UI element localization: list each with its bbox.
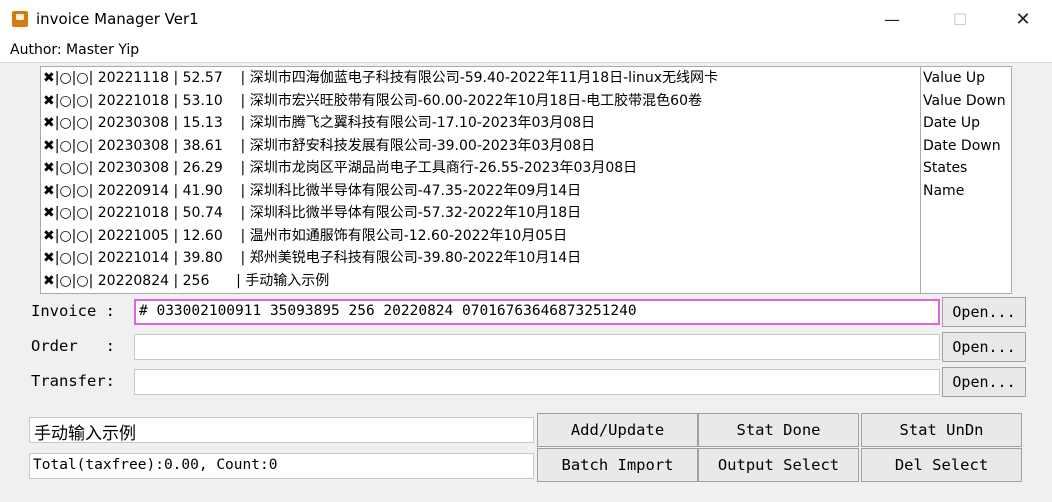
delete-mark-icon: ✖ — [43, 227, 55, 244]
status-field: Total(taxfree):0.00, Count:0 — [29, 453, 534, 479]
list-item[interactable]: ✖|○|○| 20230308 | 38.61 | 深圳市舒安科技发展有限公司-… — [41, 135, 921, 158]
sort-value-up[interactable]: Value Up — [921, 67, 1011, 90]
delete-mark-icon: ✖ — [43, 70, 55, 86]
list-item-text: |○|○| 20220824 | 256 | 手动输入示例 — [54, 272, 330, 289]
delete-mark-icon: ✖ — [43, 92, 55, 109]
delete-mark-icon: ✖ — [43, 115, 55, 131]
delete-mark-icon: ✖ — [43, 182, 55, 199]
list-item-text: |○|○| 20221018 | 53.10 | 深圳市宏兴旺胶带有限公司-60… — [54, 92, 702, 109]
close-icon[interactable]: ✕ — [1000, 0, 1046, 40]
delete-mark-icon: ✖ — [43, 272, 55, 289]
list-item-text: |○|○| 20221005 | 12.60 | 温州市如通服饰有限公司-12.… — [54, 227, 568, 244]
memo-input[interactable]: 手动输入示例 — [29, 417, 534, 444]
list-item[interactable]: ✖|○|○| 20220824 | 256 | 手动输入示例 — [41, 270, 921, 293]
open-transfer-button[interactable]: Open... — [942, 367, 1026, 397]
minimize-icon[interactable]: — — [869, 0, 915, 40]
add-update-button[interactable]: Add/Update — [537, 413, 698, 447]
output-select-button[interactable]: Output Select — [698, 448, 859, 482]
stat-undone-button[interactable]: Stat UnDn — [861, 413, 1022, 447]
invoice-label: Invoice : — [31, 302, 115, 320]
list-item[interactable]: ✖|○|○| 20221005 | 12.60 | 温州市如通服饰有限公司-12… — [41, 225, 921, 248]
author-bar: Author: Master Yip — [0, 40, 1052, 63]
sort-date-down[interactable]: Date Down — [921, 135, 1011, 158]
list-item-text: |○|○| 20221018 | 50.74 | 深圳科比微半导体有限公司-57… — [54, 205, 582, 221]
invoice-input[interactable]: # 033002100911 35093895 256 20220824 070… — [134, 299, 940, 325]
open-invoice-button[interactable]: Open... — [942, 297, 1026, 327]
sort-states[interactable]: States — [921, 157, 1011, 180]
maximize-icon[interactable]: ☐ — [937, 0, 983, 40]
window-title: invoice Manager Ver1 — [36, 10, 199, 28]
transfer-label: Transfer: — [31, 372, 115, 390]
list-item[interactable]: ✖|○|○| 20230308 | 26.29 | 深圳市龙岗区平湖品尚电子工具… — [41, 157, 921, 180]
open-order-button[interactable]: Open... — [942, 332, 1026, 362]
list-item[interactable]: ✖|○|○| 20221018 | 50.74 | 深圳科比微半导体有限公司-5… — [41, 202, 921, 225]
list-item[interactable]: ✖|○|○| 20221118 | 52.57 | 深圳市四海伽蓝电子科技有限公… — [41, 67, 921, 90]
delete-select-button[interactable]: Del Select — [861, 448, 1022, 482]
stat-done-button[interactable]: Stat Done — [698, 413, 859, 447]
delete-mark-icon: ✖ — [43, 250, 55, 266]
list-item-text: |○|○| 20230308 | 38.61 | 深圳市舒安科技发展有限公司-3… — [54, 137, 596, 154]
sort-list[interactable]: Value Up Value Down Date Up Date Down St… — [920, 66, 1012, 294]
order-input[interactable] — [134, 334, 940, 360]
list-item[interactable]: ✖|○|○| 20220914 | 41.90 | 深圳科比微半导体有限公司-4… — [41, 180, 921, 203]
delete-mark-icon: ✖ — [43, 205, 55, 221]
sort-date-up[interactable]: Date Up — [921, 112, 1011, 135]
batch-import-button[interactable]: Batch Import — [537, 448, 698, 482]
sort-value-down[interactable]: Value Down — [921, 90, 1011, 113]
list-item-text: |○|○| 20221118 | 52.57 | 深圳市四海伽蓝电子科技有限公司… — [54, 70, 718, 86]
app-icon — [12, 11, 28, 27]
author-label: Author: Master Yip — [10, 42, 140, 58]
list-item[interactable]: ✖|○|○| 20221014 | 39.80 | 郑州美锐电子科技有限公司-3… — [41, 247, 921, 270]
list-item[interactable]: ✖|○|○| 20230308 | 15.13 | 深圳市腾飞之翼科技有限公司-… — [41, 112, 921, 135]
sort-name[interactable]: Name — [921, 180, 1011, 203]
list-item-text: |○|○| 20221014 | 39.80 | 郑州美锐电子科技有限公司-39… — [54, 250, 582, 266]
order-label: Order : — [31, 337, 115, 355]
invoice-list[interactable]: ✖|○|○| 20221118 | 52.57 | 深圳市四海伽蓝电子科技有限公… — [40, 66, 922, 294]
title-bar: invoice Manager Ver1 — ☐ ✕ — [0, 0, 1052, 40]
delete-mark-icon: ✖ — [43, 160, 55, 176]
transfer-input[interactable] — [134, 369, 940, 395]
delete-mark-icon: ✖ — [43, 137, 55, 154]
list-item-text: |○|○| 20220914 | 41.90 | 深圳科比微半导体有限公司-47… — [54, 182, 582, 199]
list-item-text: |○|○| 20230308 | 15.13 | 深圳市腾飞之翼科技有限公司-1… — [54, 115, 596, 131]
list-item[interactable]: ✖|○|○| 20221018 | 53.10 | 深圳市宏兴旺胶带有限公司-6… — [41, 90, 921, 113]
list-item-text: |○|○| 20230308 | 26.29 | 深圳市龙岗区平湖品尚电子工具商… — [54, 160, 638, 176]
